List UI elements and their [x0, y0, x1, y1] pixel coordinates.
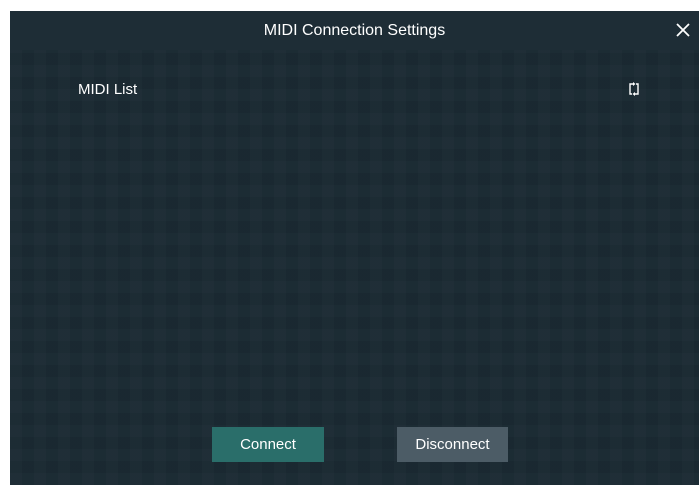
dialog-title: MIDI Connection Settings	[263, 22, 446, 39]
disconnect-button[interactable]: Disconnect	[397, 427, 508, 462]
connect-button[interactable]: Connect	[212, 427, 324, 462]
midi-connection-dialog: MIDI Connection Settings MIDI List Conne…	[10, 11, 699, 485]
midi-list-label: MIDI List	[78, 81, 138, 98]
close-button[interactable]	[669, 16, 697, 44]
refresh-button[interactable]	[624, 79, 644, 99]
refresh-icon	[629, 82, 639, 96]
midi-device-list[interactable]	[70, 111, 650, 401]
close-icon	[676, 23, 690, 37]
title-bar: MIDI Connection Settings	[10, 11, 699, 50]
